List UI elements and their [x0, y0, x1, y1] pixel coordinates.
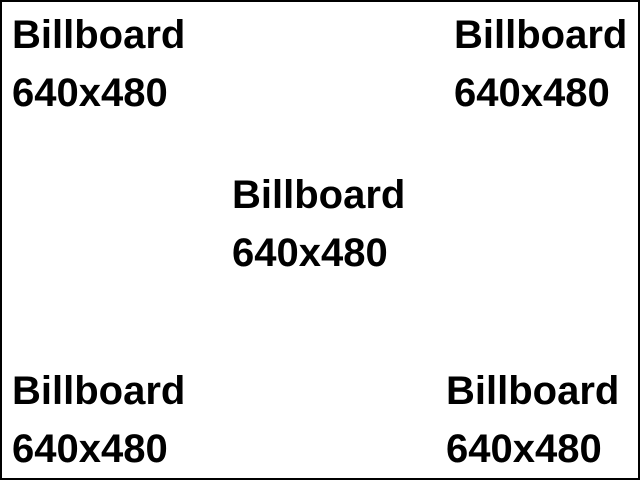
label-size: 640x480: [12, 427, 168, 471]
label-title: Billboard: [12, 13, 186, 57]
label-title: Billboard: [232, 173, 406, 217]
label-size: 640x480: [12, 71, 168, 115]
label-top-left: Billboard 640x480: [12, 6, 185, 122]
label-size: 640x480: [454, 71, 610, 115]
label-size: 640x480: [446, 427, 602, 471]
billboard-canvas: Billboard 640x480 Billboard 640x480 Bill…: [0, 0, 640, 480]
label-title: Billboard: [12, 369, 186, 413]
label-title: Billboard: [446, 369, 620, 413]
label-top-right: Billboard 640x480: [454, 6, 627, 122]
label-title: Billboard: [454, 13, 628, 57]
label-bottom-left: Billboard 640x480: [12, 362, 185, 478]
label-center: Billboard 640x480: [232, 166, 405, 282]
label-bottom-right: Billboard 640x480: [446, 362, 619, 478]
label-size: 640x480: [232, 231, 388, 275]
